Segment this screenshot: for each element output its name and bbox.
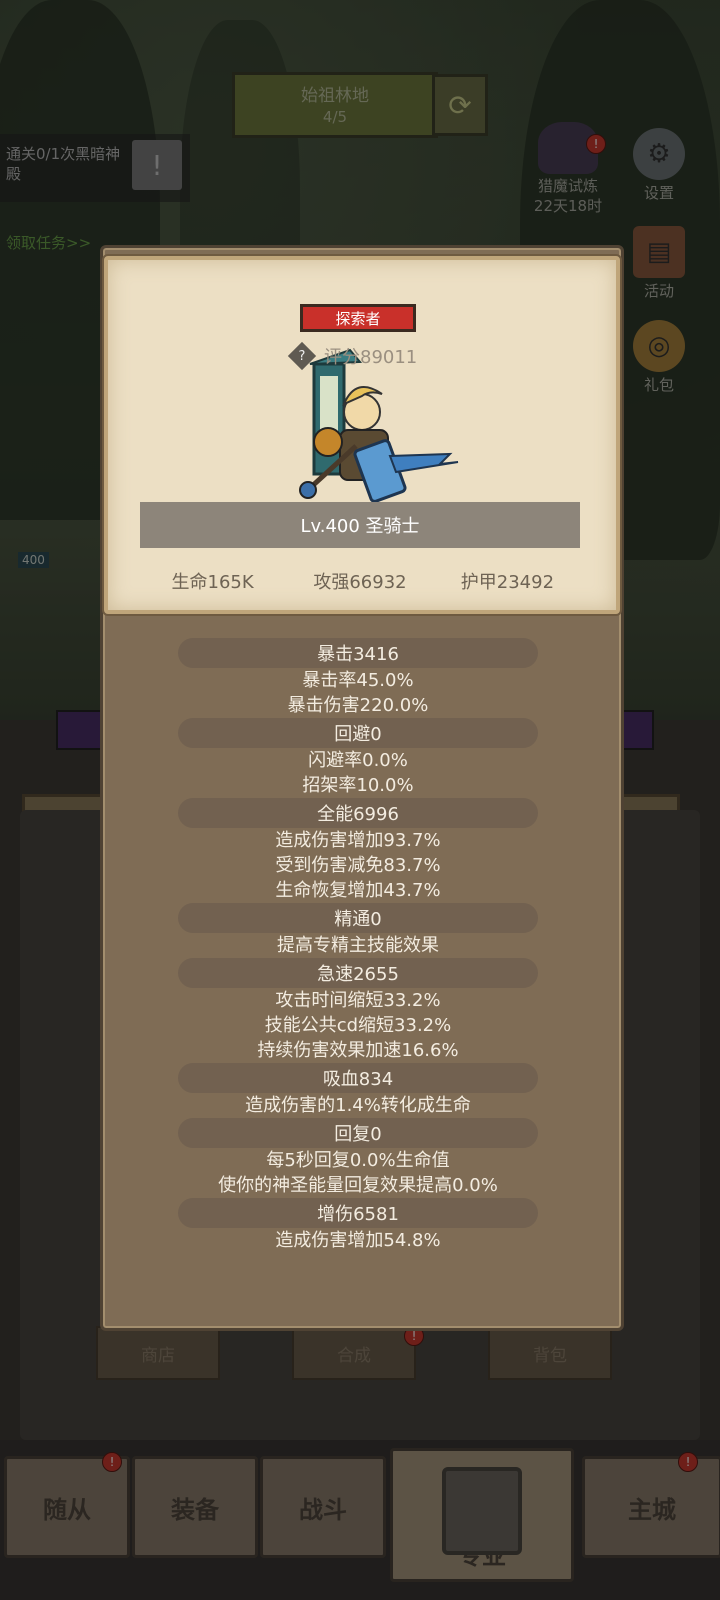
stat-detail: 攻击时间缩短33.2% (275, 990, 441, 1011)
stat-group-crit: 暴击3416 暴击率45.0% 暴击伤害220.0% (108, 638, 608, 718)
secondary-stats-list: 暴击3416 暴击率45.0% 暴击伤害220.0% 回避0 闪避率0.0% 招… (108, 638, 608, 1253)
stat-group-regen: 回复0 每5秒回复0.0%生命值 使你的神圣能量回复效果提高0.0% (108, 1118, 608, 1198)
stat-detail: 暴击率45.0% (302, 670, 414, 691)
stat-detail: 提高专精主技能效果 (277, 935, 439, 956)
attack-stat: 攻强66932 (313, 572, 407, 593)
stat-detail: 技能公共cd缩短33.2% (264, 1015, 452, 1036)
stat-header: 回复0 (178, 1118, 538, 1148)
stat-detail: 每5秒回复0.0%生命值 (266, 1150, 450, 1171)
stat-detail: 闪避率0.0% (308, 750, 408, 771)
hero-name-level: Lv.400 圣骑士 (140, 502, 580, 548)
hp-stat: 生命165K (171, 572, 254, 593)
stat-detail: 造成伤害的1.4%转化成生命 (245, 1095, 471, 1116)
stat-header: 精通0 (178, 903, 538, 933)
stat-detail: 招架率10.0% (302, 775, 414, 796)
stat-header: 回避0 (178, 718, 538, 748)
stat-header: 急速2655 (178, 958, 538, 988)
stat-detail: 暴击伤害220.0% (287, 695, 429, 716)
score-row: ? 评分89011 (287, 341, 418, 371)
stat-group-haste: 急速2655 攻击时间缩短33.2% 技能公共cd缩短33.2% 持续伤害效果加… (108, 958, 608, 1063)
stat-detail: 造成伤害增加93.7% (275, 830, 441, 851)
stat-detail: 使你的神圣能量回复效果提高0.0% (218, 1175, 498, 1196)
stat-header: 吸血834 (178, 1063, 538, 1093)
stat-header: 全能6996 (178, 798, 538, 828)
score-value: 评分89011 (324, 347, 418, 368)
paladin-portrait (299, 348, 459, 503)
main-stats-row: 生命165K 攻强66932 护甲23492 (140, 568, 580, 594)
stat-group-damage-bonus: 增伤6581 造成伤害增加54.8% (108, 1198, 608, 1253)
armor-stat: 护甲23492 (460, 572, 555, 593)
stat-group-mastery: 精通0 提高专精主技能效果 (108, 903, 608, 958)
stat-header: 增伤6581 (178, 1198, 538, 1228)
role-tag: 探索者 (300, 304, 416, 332)
stat-detail: 受到伤害减免83.7% (275, 855, 441, 876)
stat-detail: 造成伤害增加54.8% (275, 1230, 441, 1251)
stat-group-leech: 吸血834 造成伤害的1.4%转化成生命 (108, 1063, 608, 1118)
stat-detail: 持续伤害效果加速16.6% (257, 1040, 459, 1061)
stat-group-versatility: 全能6996 造成伤害增加93.7% 受到伤害减免83.7% 生命恢复增加43.… (108, 798, 608, 903)
stat-detail: 生命恢复增加43.7% (275, 880, 441, 901)
stat-group-avoidance: 回避0 闪避率0.0% 招架率10.0% (108, 718, 608, 798)
help-icon[interactable]: ? (287, 341, 317, 371)
stat-header: 暴击3416 (178, 638, 538, 668)
